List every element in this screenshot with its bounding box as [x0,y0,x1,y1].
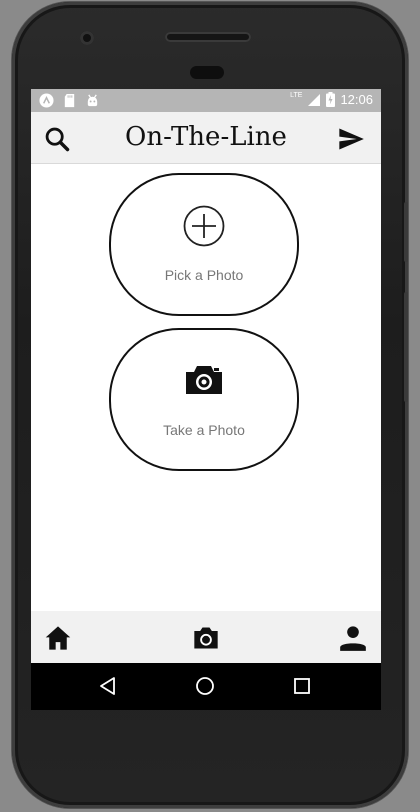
android-icon [39,93,54,108]
bottom-nav [31,611,381,663]
send-icon[interactable] [337,125,365,153]
camera-icon[interactable] [192,624,220,652]
system-nav-bar [31,663,381,710]
main-content: Pick a Photo Take a Photo [31,164,381,611]
home-circle-icon[interactable] [195,676,215,696]
network-type: LTE [290,92,303,99]
home-icon[interactable] [44,624,72,652]
take-photo-button[interactable]: Take a Photo [109,328,299,471]
back-icon[interactable] [98,676,118,696]
app-bar: On-The-Line [31,112,381,164]
pick-photo-label: Pick a Photo [164,267,244,283]
status-time: 12:06 [340,92,373,107]
add-circle-icon [183,205,225,247]
take-photo-label: Take a Photo [163,422,245,438]
android-bug-icon [87,94,98,107]
app-title: On-The-Line [125,122,287,152]
power-button [404,202,408,262]
recents-icon[interactable] [292,676,312,696]
screen: LTE 12:06 On-The-Line Pick a Photo Take … [31,89,381,710]
speaker-grille [165,32,251,42]
battery-icon [326,92,336,107]
volume-button [404,292,408,402]
proximity-sensor [190,66,224,79]
signal-icon [308,93,321,106]
sd-card-icon [64,93,75,108]
front-camera [80,31,94,45]
person-icon[interactable] [339,624,367,652]
status-bar: LTE 12:06 [31,89,381,112]
pick-photo-button[interactable]: Pick a Photo [109,173,299,316]
camera-icon [186,366,222,394]
